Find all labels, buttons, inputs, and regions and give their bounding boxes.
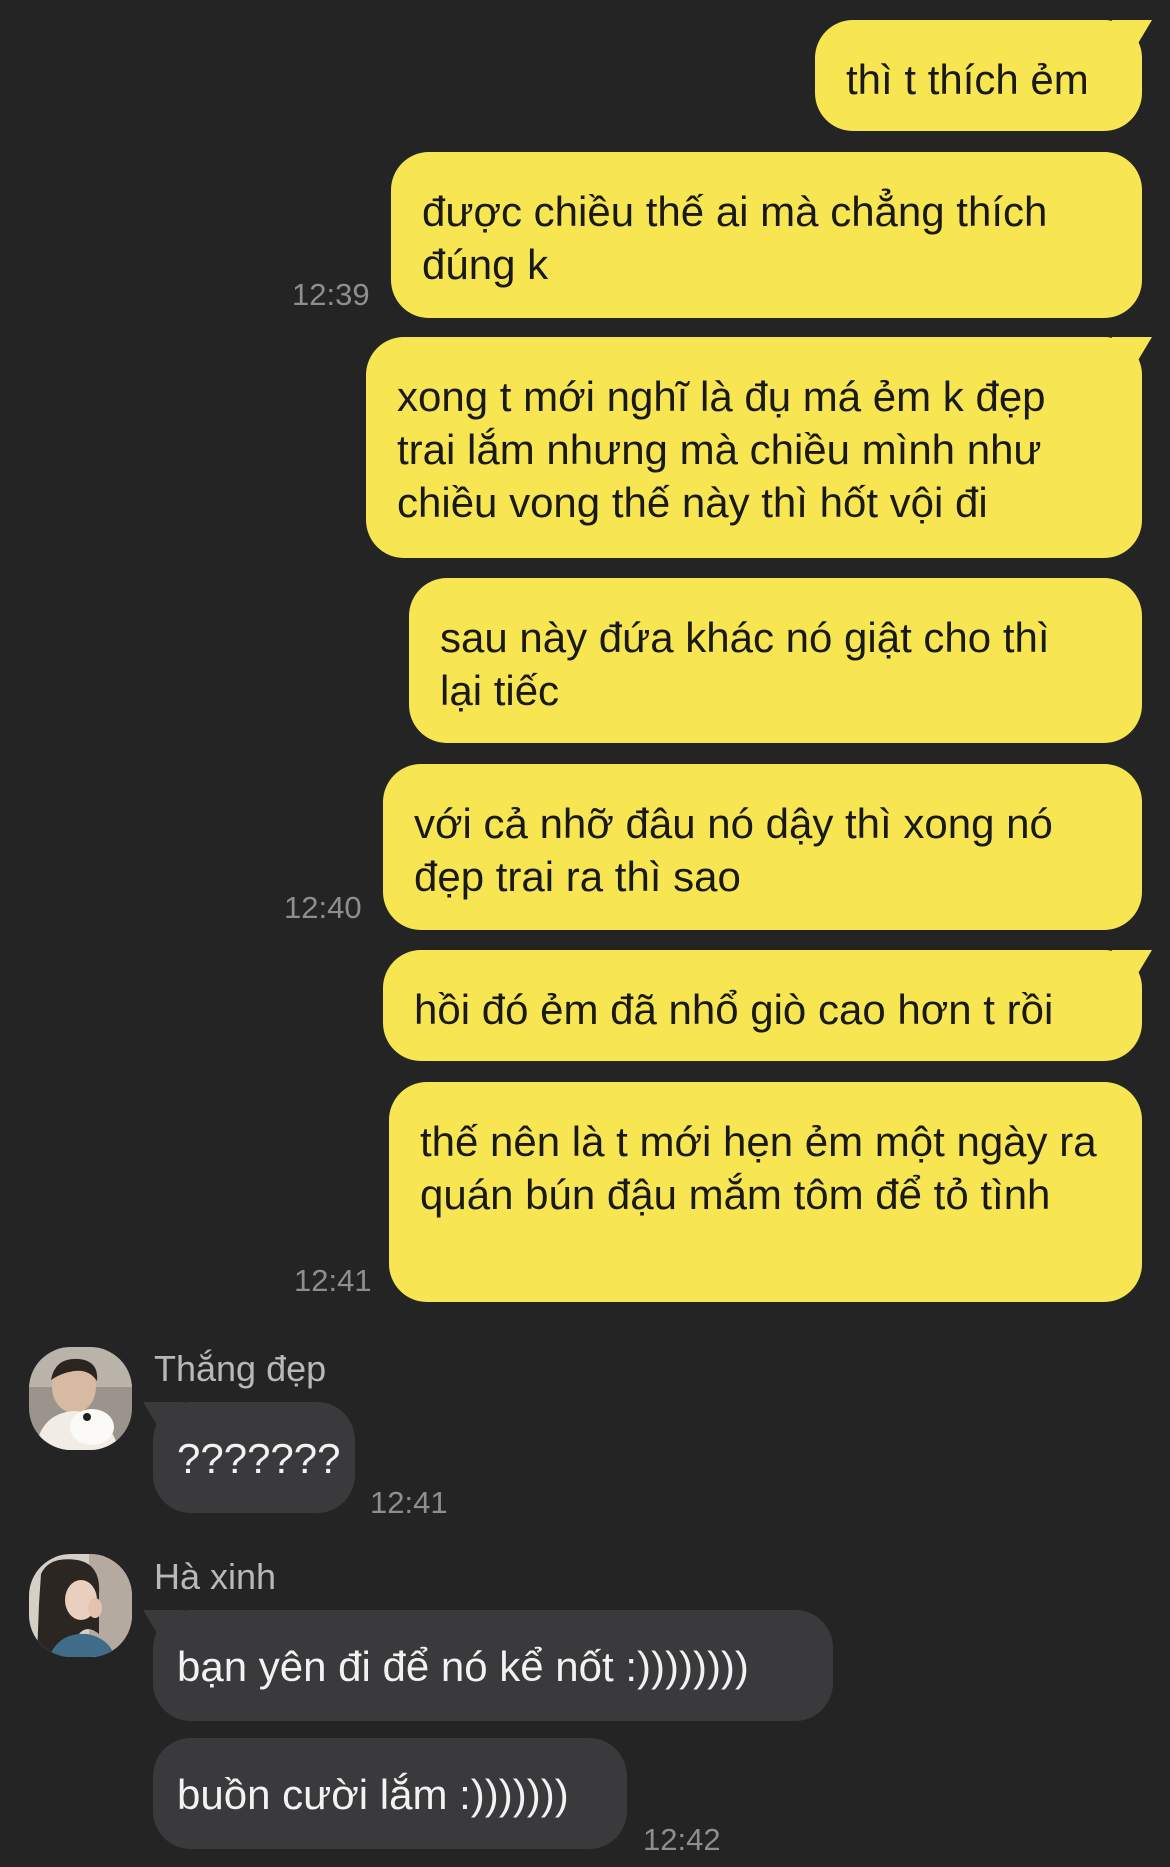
- bubble-tail: [143, 1402, 183, 1442]
- timestamp: 12:41: [294, 1263, 372, 1298]
- bubble-tail: [1112, 950, 1152, 990]
- message-text: với cả nhỡ đâu nó dậy thì xong nó đẹp tr…: [414, 800, 1053, 900]
- timestamp: 12:41: [370, 1485, 448, 1520]
- incoming-message[interactable]: ???????: [143, 1402, 355, 1513]
- avatar[interactable]: [29, 1554, 132, 1657]
- message-text: bạn yên đi để nó kể nốt :)))))))): [177, 1643, 749, 1690]
- incoming-message[interactable]: bạn yên đi để nó kể nốt :)))))))): [143, 1610, 833, 1721]
- bubble-tail: [1112, 20, 1152, 60]
- avatar-photo-man: [29, 1347, 132, 1450]
- outgoing-message[interactable]: hồi đó ẻm đã nhổ giò cao hơn t rồi: [383, 950, 1152, 1061]
- incoming-message[interactable]: buồn cười lắm :))))))): [153, 1738, 627, 1849]
- timestamp: 12:42: [643, 1822, 721, 1857]
- message-text: buồn cười lắm :))))))): [177, 1771, 569, 1818]
- message-text: được chiều thế ai mà chẳng thích đúng k: [422, 188, 1048, 288]
- message-text: ???????: [177, 1435, 341, 1482]
- message-text: xong t mới nghĩ là đụ má ẻm k đẹp trai l…: [397, 373, 1046, 526]
- message-text: hồi đó ẻm đã nhổ giò cao hơn t rồi: [414, 986, 1054, 1033]
- outgoing-message[interactable]: thì t thích ẻm: [815, 20, 1152, 131]
- message-text: sau này đứa khác nó giật cho thì lại tiế…: [440, 614, 1050, 714]
- outgoing-message[interactable]: sau này đứa khác nó giật cho thì lại tiế…: [409, 578, 1142, 743]
- message-text: thì t thích ẻm: [846, 56, 1089, 103]
- outgoing-message[interactable]: được chiều thế ai mà chẳng thích đúng k: [391, 152, 1142, 318]
- outgoing-message[interactable]: với cả nhỡ đâu nó dậy thì xong nó đẹp tr…: [383, 764, 1142, 930]
- avatar-photo-woman: [29, 1554, 132, 1657]
- outgoing-message[interactable]: xong t mới nghĩ là đụ má ẻm k đẹp trai l…: [366, 337, 1152, 558]
- sender-name: Hà xinh: [154, 1556, 277, 1597]
- timestamp: 12:39: [292, 277, 370, 312]
- bubble-tail: [1112, 337, 1152, 377]
- outgoing-message[interactable]: thế nên là t mới hẹn ẻm một ngày ra quán…: [389, 1082, 1142, 1302]
- bubble-tail: [143, 1610, 183, 1650]
- message-text: thế nên là t mới hẹn ẻm một ngày ra quán…: [420, 1118, 1097, 1218]
- sender-name: Thắng đẹp: [154, 1348, 327, 1389]
- timestamp: 12:40: [284, 890, 362, 925]
- avatar[interactable]: [29, 1347, 132, 1450]
